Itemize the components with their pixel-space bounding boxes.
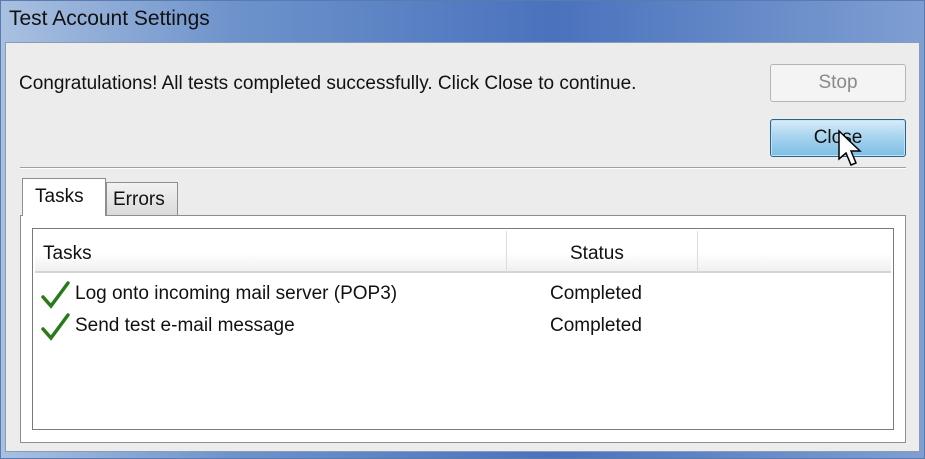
tab-panel: Tasks Status Log onto incoming mail serv… <box>20 215 906 443</box>
column-divider[interactable] <box>697 231 698 273</box>
dialog-window: Test Account Settings Congratulations! A… <box>0 0 925 459</box>
separator <box>20 167 906 169</box>
checkmark-icon <box>41 281 70 309</box>
table-row[interactable]: Send test e-mail message Completed <box>41 313 891 343</box>
task-status: Completed <box>550 315 642 336</box>
tasks-list: Tasks Status Log onto incoming mail serv… <box>32 228 894 430</box>
column-divider[interactable] <box>506 231 507 273</box>
status-message: Congratulations! All tests completed suc… <box>19 73 637 94</box>
mouse-cursor-icon <box>838 129 862 166</box>
checkmark-icon <box>41 313 70 341</box>
tab-errors[interactable]: Errors <box>106 182 178 216</box>
column-header-tasks[interactable]: Tasks <box>43 243 92 265</box>
task-status: Completed <box>550 283 642 304</box>
window-title: Test Account Settings <box>9 7 210 30</box>
table-row[interactable]: Log onto incoming mail server (POP3) Com… <box>41 281 891 311</box>
tab-tasks[interactable]: Tasks <box>22 178 106 216</box>
column-header-status[interactable]: Status <box>570 243 624 265</box>
dialog-body: Congratulations! All tests completed suc… <box>5 42 920 452</box>
list-header: Tasks Status <box>35 231 891 273</box>
stop-button[interactable]: Stop <box>770 64 906 102</box>
task-name: Log onto incoming mail server (POP3) <box>75 283 398 304</box>
task-name: Send test e-mail message <box>75 315 295 336</box>
